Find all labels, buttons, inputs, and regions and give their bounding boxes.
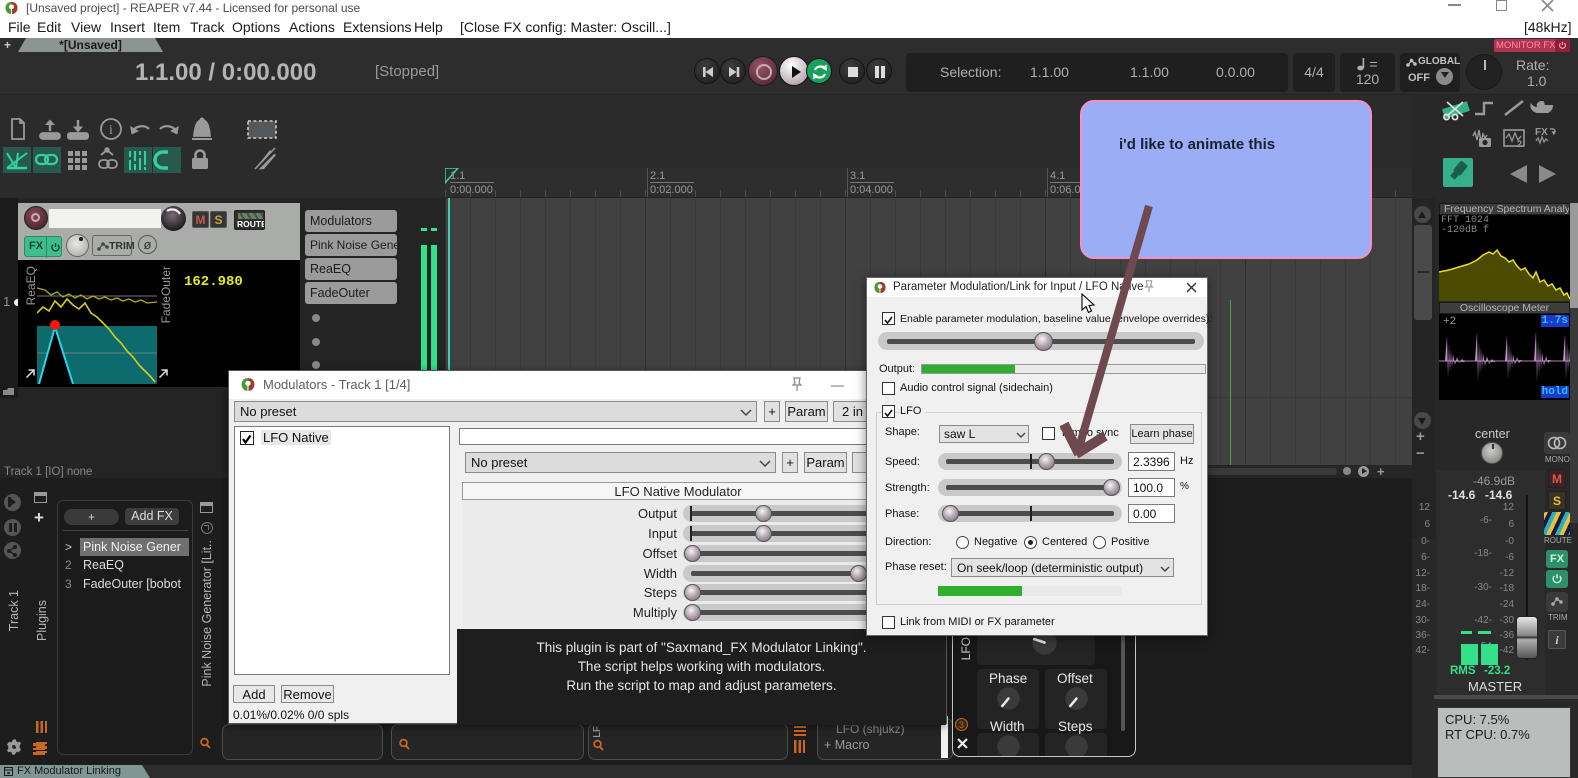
svg-text:i: i xyxy=(109,123,113,138)
